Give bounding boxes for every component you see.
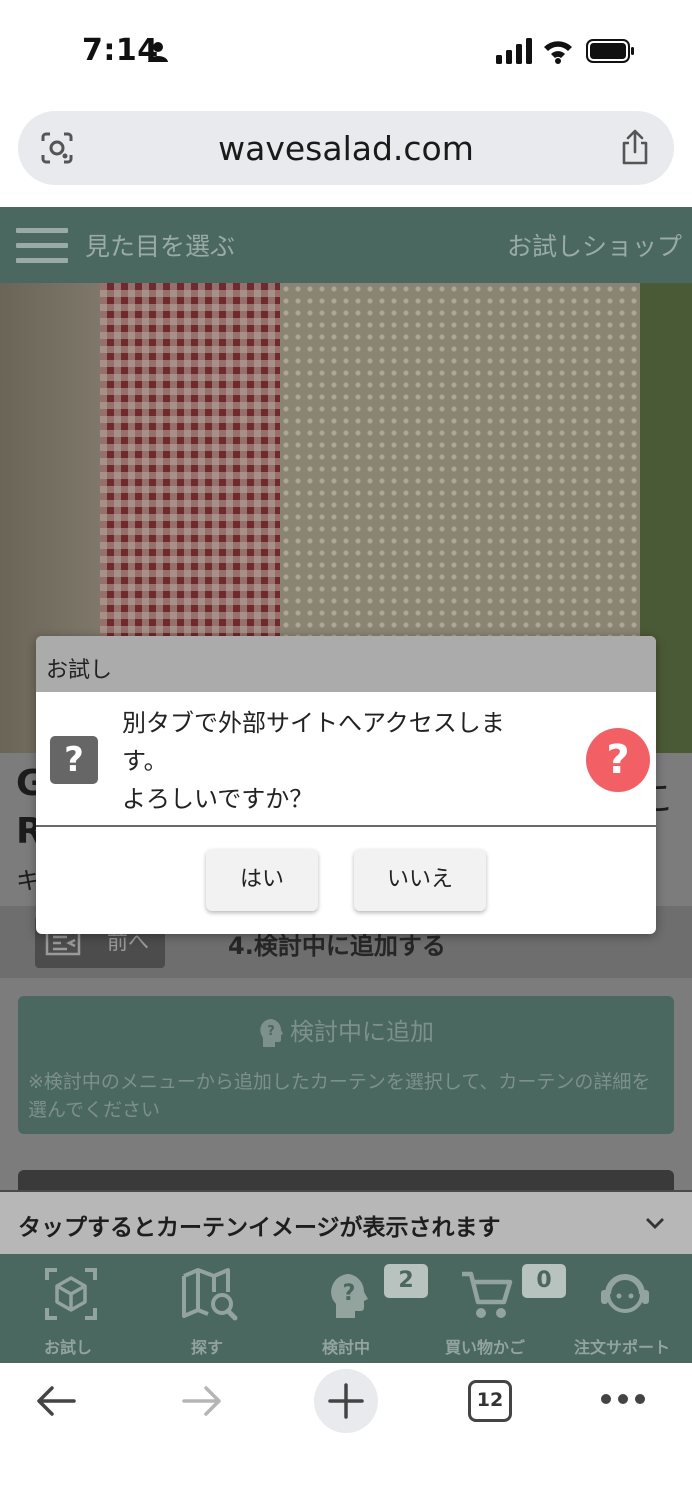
person-icon	[148, 42, 168, 62]
header-title[interactable]: 見た目を選ぶ	[85, 227, 235, 263]
battery-icon	[586, 39, 634, 63]
browser-toolbar: 12	[0, 1363, 692, 1500]
nav-item-cart[interactable]: 買い物かご 0	[420, 1254, 566, 1363]
more-dots-icon[interactable]	[600, 1393, 646, 1405]
dialog-message-line: 別タブで外部サイトへアクセスしま	[122, 709, 505, 737]
wifi-icon	[544, 41, 572, 64]
add-card-title-row: ? 検討中に追加	[18, 1012, 674, 1048]
support-agent-icon	[601, 1274, 649, 1313]
url-text[interactable]: wavesalad.com	[18, 129, 674, 168]
site-header: 見た目を選ぶ お試しショップ	[0, 207, 692, 283]
svg-text:?: ?	[267, 1024, 275, 1039]
cube-scan-icon	[45, 1268, 97, 1320]
nav-item-search[interactable]: 探す	[142, 1254, 272, 1363]
dialog-title: お試し	[46, 658, 113, 683]
tap-banner-text: タップするとカーテンイメージが表示されます	[18, 1215, 501, 1241]
add-card-title: 検討中に追加	[290, 1018, 434, 1046]
map-search-icon	[182, 1268, 238, 1321]
dialog-body: ? 別タブで外部サイトへアクセスしま す。 よろしいですか？ ?	[36, 692, 656, 827]
dialog-message-line: よろしいですか？	[122, 785, 314, 813]
dialog-message: 別タブで外部サイトへアクセスしま す。 よろしいですか？	[122, 704, 562, 818]
nav-label-support: 注文サポート	[573, 1338, 670, 1357]
nav-item-trial[interactable]: お試し	[3, 1254, 133, 1363]
yes-button[interactable]: はい	[206, 849, 318, 911]
app-bottom-nav: お試し 探す ? 検討中 2 買い物かご 0 注文サポート	[0, 1254, 692, 1363]
nav-label-cart: 買い物かご	[444, 1338, 525, 1357]
head-question-icon: ?	[331, 1274, 368, 1318]
add-to-consider-card[interactable]: ? 検討中に追加 ※検討中のメニューから追加したカーテンを選択して、カーテンの詳…	[18, 996, 674, 1134]
nav-item-considering[interactable]: ? 検討中 2	[281, 1254, 428, 1363]
forward-arrow-icon[interactable]	[180, 1385, 224, 1417]
address-bar[interactable]: wavesalad.com	[18, 111, 674, 185]
question-icon: ?	[50, 736, 98, 784]
share-icon[interactable]	[620, 129, 650, 165]
chevron-down-icon[interactable]	[644, 1212, 666, 1234]
nav-label-trial: お試し	[43, 1338, 92, 1357]
cart-icon	[462, 1271, 513, 1318]
no-button[interactable]: いいえ	[354, 849, 486, 911]
status-bar: 7:14	[0, 0, 692, 100]
nav-label-search: 探す	[190, 1338, 223, 1357]
add-card-description: ※検討中のメニューから追加したカーテンを選択して、カーテンの詳細を選んでください	[28, 1071, 651, 1121]
nav-label-considering: 検討中	[321, 1338, 370, 1357]
nav-item-support[interactable]: 注文サポート	[557, 1254, 687, 1363]
dialog-header: お試し	[36, 636, 656, 692]
tap-banner[interactable]: タップするとカーテンイメージが表示されます	[0, 1190, 692, 1254]
header-shop-link[interactable]: お試しショップ	[507, 227, 682, 263]
hamburger-menu-icon[interactable]	[16, 228, 68, 264]
new-tab-button[interactable]	[314, 1369, 378, 1433]
tab-count-button[interactable]: 12	[468, 1380, 512, 1422]
svg-text:?: ?	[343, 1281, 356, 1306]
dialog-message-line: す。	[122, 747, 168, 775]
back-arrow-icon[interactable]	[34, 1385, 78, 1417]
plus-icon	[328, 1383, 364, 1419]
cellular-signal-icon	[496, 38, 532, 64]
confirm-dialog: お試し ? 別タブで外部サイトへアクセスしま す。 よろしいですか？ ? はい …	[36, 636, 656, 934]
head-question-icon: ?	[260, 1019, 283, 1047]
gingham-curtain-pattern	[100, 283, 280, 643]
help-icon[interactable]: ?	[586, 728, 650, 792]
